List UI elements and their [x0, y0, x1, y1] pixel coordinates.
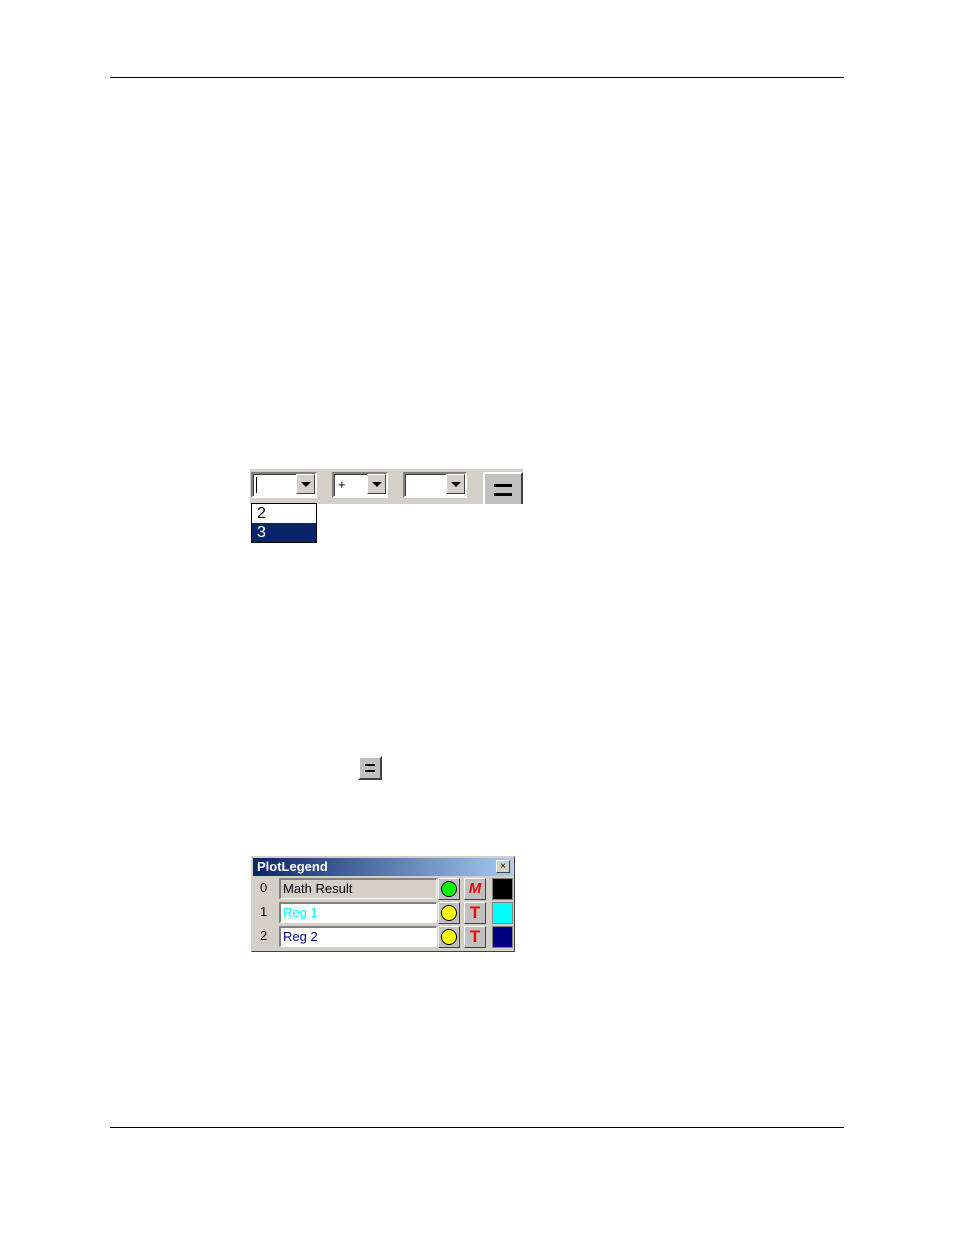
operand1-dropdown-button[interactable] — [296, 474, 315, 494]
operand2-combo[interactable] — [403, 472, 467, 498]
trace-style-icon: T — [469, 903, 481, 922]
equals-icon — [494, 484, 512, 487]
close-button[interactable]: × — [496, 860, 510, 873]
inline-equals-button[interactable] — [358, 756, 382, 780]
symbol-button[interactable] — [438, 902, 460, 924]
color-swatch[interactable] — [492, 926, 513, 948]
chevron-down-icon — [451, 482, 461, 487]
row-index: 1 — [260, 904, 268, 919]
dropdown-option-selected[interactable]: 3 — [252, 523, 316, 542]
text-caret — [256, 477, 257, 493]
math-toolbar: + — [250, 469, 523, 504]
close-icon: × — [500, 861, 506, 872]
symbol-button[interactable] — [438, 926, 460, 948]
dropdown-option[interactable]: 2 — [252, 504, 316, 523]
trace-name-field[interactable]: Reg 1 — [279, 902, 437, 923]
chevron-down-icon — [372, 482, 382, 487]
footer-rule — [110, 1127, 844, 1128]
operand1-combo[interactable] — [251, 472, 317, 498]
equals-button[interactable] — [483, 472, 523, 504]
operand1-dropdown-list: 2 3 — [251, 503, 317, 543]
operand2-dropdown-button[interactable] — [446, 474, 465, 494]
line-style-button[interactable]: T — [464, 902, 486, 924]
operator-value: + — [338, 477, 346, 492]
color-swatch[interactable] — [492, 902, 513, 924]
legend-row: 1 Reg 1 T — [252, 901, 514, 925]
trace-name-field: Math Result — [279, 878, 437, 899]
line-style-button[interactable]: M — [464, 878, 486, 900]
color-swatch[interactable] — [492, 878, 513, 900]
legend-row: 0 Math Result M — [252, 877, 514, 901]
chevron-down-icon — [301, 482, 311, 487]
row-index: 0 — [260, 880, 268, 895]
symbol-button[interactable] — [438, 878, 460, 900]
plot-legend-window: PlotLegend × 0 Math Result M 1 Reg 1 T 2… — [251, 856, 515, 952]
circle-marker-icon — [441, 929, 457, 945]
trace-style-icon: T — [469, 927, 481, 946]
equals-icon — [365, 764, 375, 766]
trace-name-field[interactable]: Reg 2 — [279, 926, 437, 947]
circle-marker-icon — [441, 905, 457, 921]
operator-dropdown-button[interactable] — [367, 474, 386, 494]
row-index: 2 — [260, 928, 268, 943]
legend-row: 2 Reg 2 T — [252, 925, 514, 949]
window-title: PlotLegend — [257, 859, 328, 874]
header-rule — [110, 77, 844, 78]
math-trace-icon: M — [468, 880, 482, 897]
line-style-button[interactable]: T — [464, 926, 486, 948]
title-bar[interactable]: PlotLegend × — [253, 858, 513, 876]
circle-marker-icon — [441, 881, 457, 897]
operator-combo[interactable]: + — [332, 472, 388, 498]
